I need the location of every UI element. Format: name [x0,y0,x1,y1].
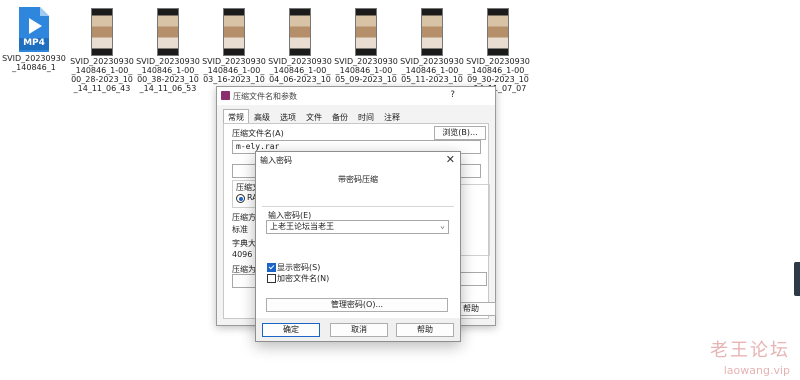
desktop-file-video-1[interactable]: SVID_20230930_140846_1-00_00_28-2023_10_… [70,6,134,93]
password-dialog: 输入密码 ✕ 带密码压缩 输入密码(E) 上老王论坛当老王 ⌄ 显示密码(S) … [255,151,461,342]
file-name: SVID_20230930_140846_1 [2,54,66,72]
desktop-file-video-2[interactable]: SVID_20230930_140846_1-00_00_38-2023_10_… [136,6,200,93]
dialog-title-bar: 输入密码 ✕ [256,152,460,168]
video-thumbnail [157,8,179,56]
file-name: SVID_20230930_140846_1-00_04_06-2023_10 [268,57,332,84]
close-icon[interactable]: ✕ [446,153,455,166]
chevron-down-icon[interactable]: ⌄ [440,220,445,232]
desktop-file-video-6[interactable]: SVID_20230930_140846_1-00_05_11-2023_10 [400,6,464,84]
dialog-footer: 确定 取消 帮助 [256,318,460,341]
watermark-url: laowang.vip [723,364,790,377]
watermark: 老王论坛 laowang.vip [710,336,790,377]
dialog-title: 输入密码 [260,156,292,165]
video-thumbnail [223,8,245,56]
dialog-heading: 带密码压缩 [338,175,378,184]
manage-passwords-button[interactable]: 管理密码(O)... [266,298,448,312]
help-question-icon[interactable]: ? [450,90,455,100]
dictionary-label: 字典大 [232,239,256,248]
divider [262,206,454,207]
desktop-file-video-3[interactable]: SVID_20230930_140846_1-00_03_16-2023_10 [202,6,266,84]
show-password-label: 显示密码(S) [277,263,321,272]
help-button[interactable]: 帮助 [396,323,454,337]
winrar-app-icon [221,91,230,100]
password-input[interactable]: 上老王论坛当老王 ⌄ [266,220,449,234]
edge-panel-tab[interactable] [794,262,800,296]
browse-button[interactable]: 浏览(B)... [434,126,486,140]
desktop-file-mp4[interactable]: MP4 SVID_20230930_140846_1 [2,6,66,72]
video-thumbnail [91,8,113,56]
desktop-file-video-4[interactable]: SVID_20230930_140846_1-00_04_06-2023_10 [268,6,332,84]
desktop-file-video-5[interactable]: SVID_20230930_140846_1-00_05_09-2023_10 [334,6,398,84]
cancel-button[interactable]: 取消 [330,323,388,337]
method-label: 压缩方 [232,213,256,222]
ok-button[interactable]: 确定 [262,323,320,337]
video-thumbnail [487,8,509,56]
file-name: SVID_20230930_140846_1-00_05_11-2023_10 [400,57,464,84]
format-rar-radio[interactable] [236,194,245,203]
video-thumbnail [289,8,311,56]
desktop-file-video-7[interactable]: SVID_20230930_140846_1-00_09_30-2023_10_… [466,6,530,93]
password-value: 上老王论坛当老王 [270,222,334,231]
encrypt-filenames-label: 加密文件名(N) [277,274,330,283]
file-name: SVID_20230930_140846_1-00_00_28-2023_10_… [70,57,134,93]
mp4-file-icon: MP4 [16,6,52,54]
file-name: SVID_20230930_140846_1-00_03_16-2023_10 [202,57,266,84]
encrypt-filenames-checkbox[interactable] [267,274,276,283]
rar-title-bar: 压缩文件名和参数 ? [217,87,495,105]
file-name: SVID_20230930_140846_1-00_00_38-2023_10_… [136,57,200,93]
file-name: SVID_20230930_140846_1-00_05_09-2023_10 [334,57,398,84]
archive-name-label: 压缩文件名(A) [232,129,284,138]
show-password-checkbox[interactable] [267,263,276,272]
method-value[interactable]: 标准 [232,224,248,235]
watermark-text: 老王论坛 [710,340,790,361]
dialog-body: 带密码压缩 输入密码(E) 上老王论坛当老王 ⌄ 显示密码(S) 加密文件名(N… [256,168,460,318]
video-thumbnail [355,8,377,56]
mp4-badge: MP4 [23,38,45,48]
video-thumbnail [421,8,443,56]
rar-window-title: 压缩文件名和参数 [233,92,297,101]
